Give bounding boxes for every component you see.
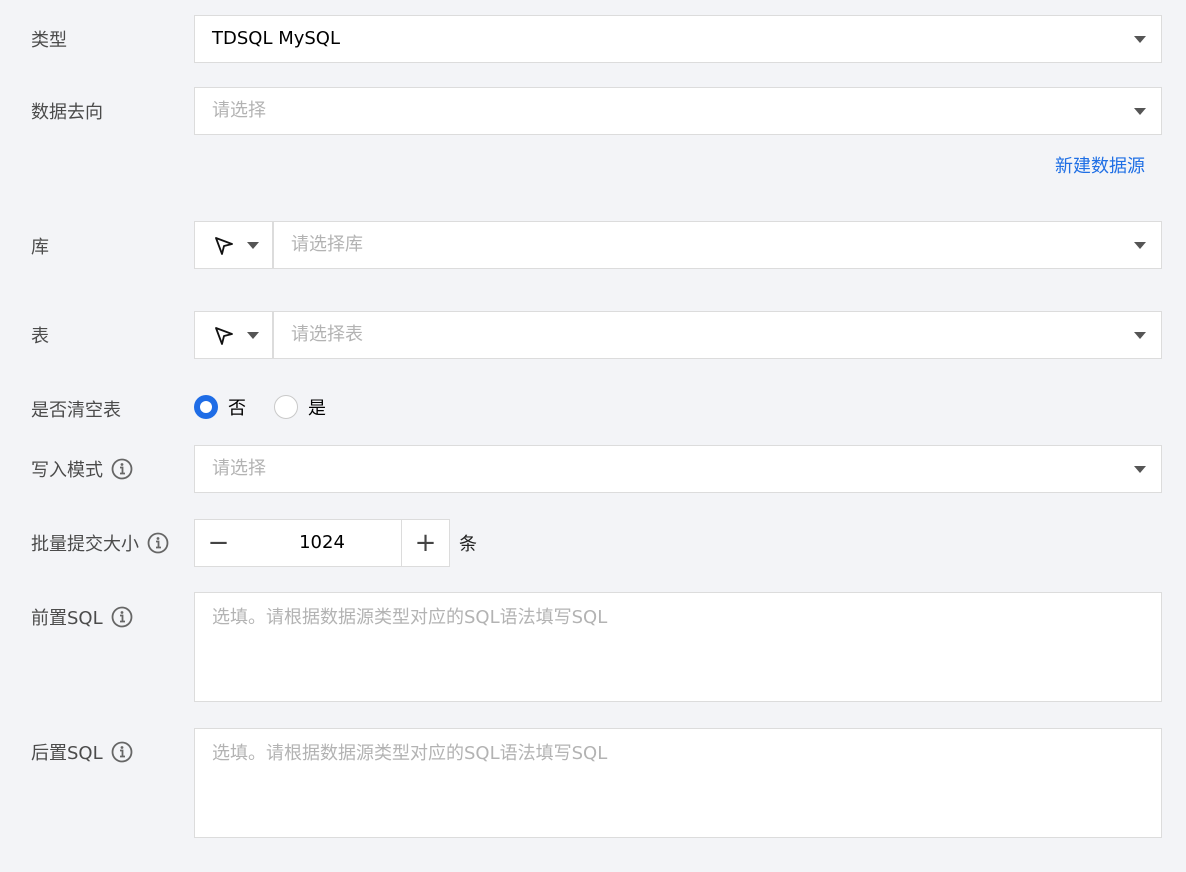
info-circle-icon[interactable]	[111, 606, 133, 628]
decrement-button[interactable]: −	[194, 519, 243, 567]
write-mode-select[interactable]: 请选择	[194, 445, 1162, 493]
radio-checked-icon[interactable]	[194, 395, 218, 419]
batch-size-input[interactable]: 1024	[242, 519, 402, 567]
chevron-down-icon	[1134, 332, 1146, 339]
chevron-down-icon	[247, 332, 259, 339]
info-circle-icon[interactable]	[111, 741, 133, 763]
minus-icon: −	[207, 528, 230, 558]
post-sql-placeholder: 选填。请根据数据源类型对应的SQL语法填写SQL	[212, 743, 608, 764]
radio-option-yes[interactable]: 是	[274, 394, 326, 420]
type-select-value: TDSQL MySQL	[212, 28, 341, 49]
destination-select[interactable]: 请选择	[194, 87, 1162, 135]
post-sql-label: 后置SQL	[31, 739, 133, 765]
type-select[interactable]: TDSQL MySQL	[194, 15, 1162, 63]
database-select[interactable]: 请选择库	[273, 221, 1162, 269]
table-select[interactable]: 请选择表	[273, 311, 1162, 359]
database-label: 库	[31, 237, 49, 258]
write-mode-label: 写入模式	[31, 456, 133, 482]
new-datasource-link[interactable]: 新建数据源	[1055, 152, 1145, 178]
chevron-down-icon	[1134, 108, 1146, 115]
write-mode-placeholder: 请选择	[212, 458, 266, 479]
info-circle-icon[interactable]	[147, 532, 169, 554]
database-placeholder: 请选择库	[291, 234, 363, 255]
plus-icon: +	[414, 528, 437, 558]
chevron-down-icon	[1134, 242, 1146, 249]
chevron-down-icon	[1134, 36, 1146, 43]
info-circle-icon[interactable]	[111, 458, 133, 480]
cursor-arrow-icon	[215, 327, 233, 345]
table-picker-toggle[interactable]	[194, 311, 273, 359]
table-label: 表	[31, 326, 49, 347]
batch-size-unit: 条	[459, 534, 477, 555]
radio-label-no: 否	[228, 398, 246, 419]
chevron-down-icon	[247, 242, 259, 249]
pre-sql-placeholder: 选填。请根据数据源类型对应的SQL语法填写SQL	[212, 607, 608, 628]
database-picker-toggle[interactable]	[194, 221, 273, 269]
destination-placeholder: 请选择	[212, 100, 266, 121]
table-placeholder: 请选择表	[291, 324, 363, 345]
radio-unchecked-icon[interactable]	[274, 395, 298, 419]
radio-label-yes: 是	[308, 398, 326, 419]
batch-size-label: 批量提交大小	[31, 530, 169, 556]
post-sql-textarea[interactable]: 选填。请根据数据源类型对应的SQL语法填写SQL	[194, 728, 1162, 838]
radio-option-no[interactable]: 否	[194, 394, 246, 420]
pre-sql-textarea[interactable]: 选填。请根据数据源类型对应的SQL语法填写SQL	[194, 592, 1162, 702]
type-label: 类型	[31, 30, 67, 51]
increment-button[interactable]: +	[401, 519, 450, 567]
pre-sql-label: 前置SQL	[31, 604, 133, 630]
cursor-arrow-icon	[215, 237, 233, 255]
destination-label: 数据去向	[31, 102, 103, 123]
chevron-down-icon	[1134, 466, 1146, 473]
truncate-label: 是否清空表	[31, 400, 121, 421]
